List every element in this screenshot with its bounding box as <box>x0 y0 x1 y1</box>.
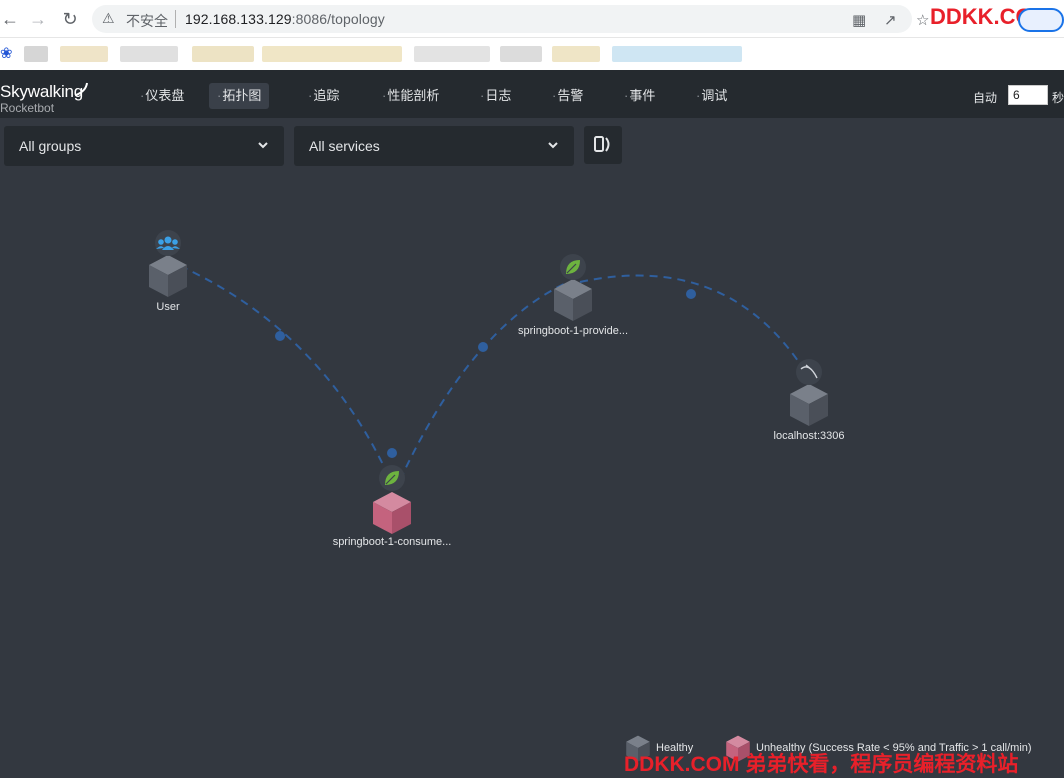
chevron-down-icon <box>548 142 558 149</box>
profile-avatar[interactable] <box>1018 8 1064 32</box>
bookmarks-bar: ❀ <box>0 38 1064 70</box>
node-label-consumer: springboot-1-consume... <box>332 536 452 548</box>
bookmark-item[interactable] <box>24 46 48 62</box>
group-select[interactable]: All groups <box>4 126 284 166</box>
bookmark-item[interactable] <box>60 46 108 62</box>
warning-icon: ⚠ <box>102 10 115 26</box>
bookmark-item[interactable] <box>500 46 542 62</box>
service-select[interactable]: All services <box>294 126 574 166</box>
nav-topology[interactable]: 拓扑图 <box>209 83 270 109</box>
node-provider[interactable] <box>554 254 592 321</box>
node-label-user: User <box>156 301 180 313</box>
link-consumer-provider[interactable] <box>399 283 565 481</box>
link-dot[interactable] <box>275 331 285 341</box>
node-label-mysql: localhost:3306 <box>773 430 845 442</box>
app-header: Skywalking Rocketbot 仪表盘 拓扑图 追踪 性能剖析 日志 … <box>0 70 1064 118</box>
translate-icon[interactable]: ▦ <box>852 11 866 29</box>
node-consumer[interactable] <box>373 465 411 534</box>
topology-graph <box>149 230 828 762</box>
forward-arrow-icon[interactable]: → <box>28 9 48 29</box>
share-icon[interactable]: ↗ <box>884 11 897 29</box>
watermark-bottom: DDKK.COM 弟弟快看，程序员编程资料站 <box>624 753 1019 776</box>
nav-dashboard[interactable]: 仪表盘 <box>132 83 192 109</box>
nav-log[interactable]: 日志 <box>472 83 519 109</box>
baidu-paw-icon[interactable]: ❀ <box>0 44 13 62</box>
nav-trace[interactable]: 追踪 <box>300 83 347 109</box>
group-select-value: All groups <box>19 138 82 154</box>
bookmark-item[interactable] <box>120 46 178 62</box>
nav-profile[interactable]: 性能剖析 <box>374 83 447 109</box>
bookmark-item[interactable] <box>612 46 742 62</box>
url-text[interactable]: 192.168.133.129:8086/topology <box>185 11 385 27</box>
link-dot[interactable] <box>387 448 397 458</box>
nav-event[interactable]: 事件 <box>616 83 663 109</box>
link-dot[interactable] <box>686 289 696 299</box>
topology-canvas[interactable]: User springboot-1-provide... localhost:3… <box>0 170 1064 772</box>
node-user[interactable] <box>149 230 187 297</box>
bookmark-item[interactable] <box>552 46 600 62</box>
chevron-down-icon <box>258 142 268 149</box>
logo-swoosh-icon <box>75 82 88 96</box>
mysql-icon-badge <box>796 359 822 385</box>
bookmark-item[interactable] <box>192 46 254 62</box>
logo-subtitle: Rocketbot <box>0 101 55 115</box>
url-path: :8086/topology <box>291 11 385 27</box>
seconds-label: 秒 <box>1052 91 1064 105</box>
logo[interactable]: Skywalking <box>0 82 83 102</box>
bookmark-star-icon[interactable]: ☆ <box>916 11 929 29</box>
node-mysql[interactable] <box>790 359 828 426</box>
address-bar[interactable]: ⚠ 不安全 192.168.133.129:8086/topology <box>92 5 912 33</box>
auto-refresh-label: 自动 <box>973 91 998 105</box>
url-host: 192.168.133.129 <box>185 11 292 27</box>
nav-alarm[interactable]: 告警 <box>544 83 591 109</box>
service-select-value: All services <box>309 138 380 154</box>
insecure-label: 不安全 <box>126 13 168 29</box>
back-arrow-icon[interactable]: ← <box>0 9 20 29</box>
auto-refresh-input[interactable] <box>1008 85 1048 105</box>
address-divider <box>175 10 176 28</box>
bookmark-item[interactable] <box>414 46 490 62</box>
reload-icon[interactable]: ↻ <box>60 9 80 29</box>
node-label-provider: springboot-1-provide... <box>517 325 629 337</box>
link-user-consumer[interactable] <box>179 265 389 476</box>
toggle-view-icon <box>594 136 610 152</box>
toggle-view-button[interactable] <box>584 126 622 164</box>
browser-toolbar: ← → ↻ ⚠ 不安全 192.168.133.129:8086/topolog… <box>0 0 1064 38</box>
nav-debug[interactable]: 调试 <box>688 83 735 109</box>
bookmark-item[interactable] <box>262 46 402 62</box>
link-dot[interactable] <box>478 342 488 352</box>
